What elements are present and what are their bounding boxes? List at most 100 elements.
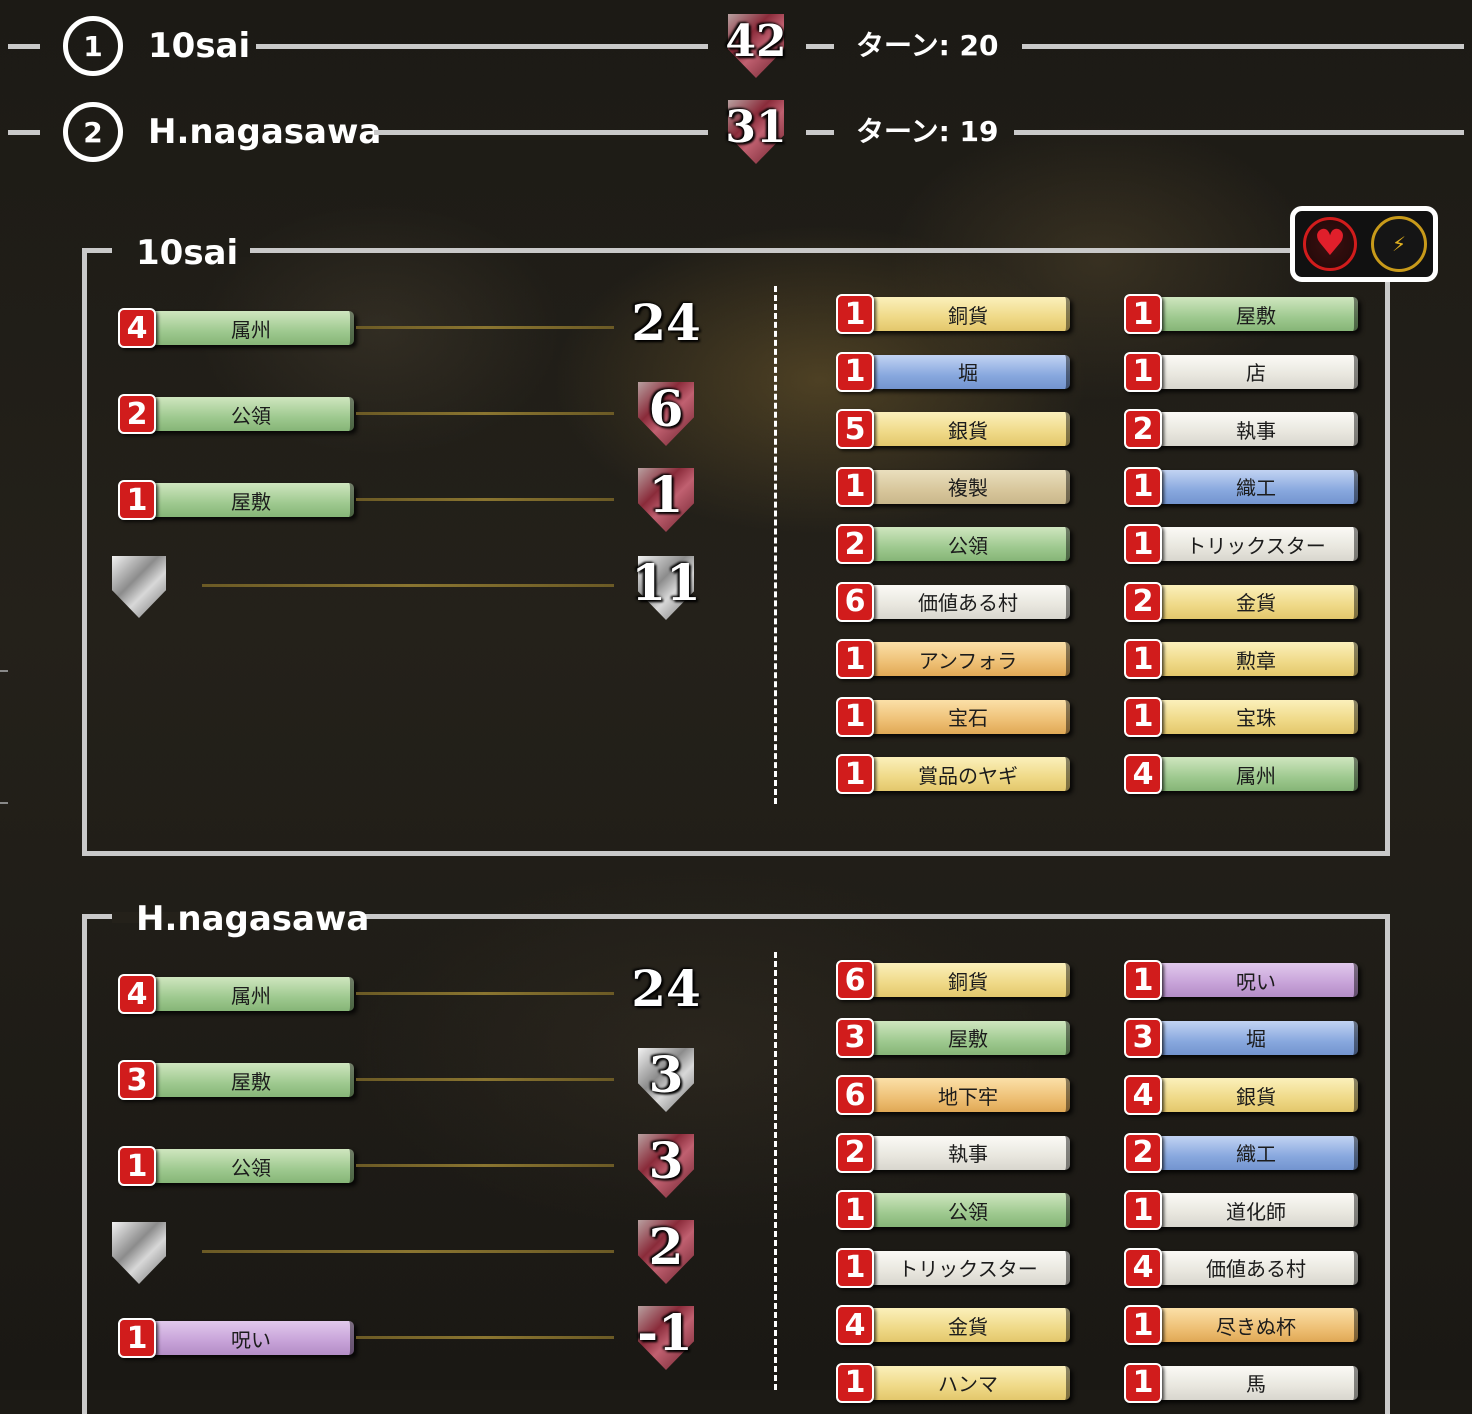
vp-card[interactable]: 2 公領 bbox=[118, 394, 354, 434]
deck-card[interactable]: 1 道化師 bbox=[1124, 1190, 1358, 1230]
connector-line bbox=[356, 412, 614, 415]
card-label: 公領 bbox=[870, 1193, 1070, 1227]
card-count: 3 bbox=[836, 1017, 874, 1058]
deck-card[interactable]: 1 尽きぬ杯 bbox=[1124, 1305, 1358, 1345]
card-count: 1 bbox=[1124, 1305, 1162, 1345]
card-label: 価値ある村 bbox=[1158, 1250, 1358, 1285]
vp-value: 11 bbox=[631, 553, 701, 612]
deck-card[interactable]: 5 銀貨 bbox=[836, 409, 1070, 449]
connector-line bbox=[202, 584, 614, 587]
deck-card[interactable]: 2 公領 bbox=[836, 524, 1070, 564]
vp-card[interactable]: 1 屋敷 bbox=[118, 480, 354, 520]
connector-line bbox=[202, 1250, 614, 1253]
card-label: ハンマ bbox=[870, 1365, 1070, 1400]
deck-card[interactable]: 1 公領 bbox=[836, 1190, 1070, 1230]
card-label: 執事 bbox=[870, 1135, 1070, 1170]
card-label: 勲章 bbox=[1158, 642, 1358, 676]
card-label: 価値ある村 bbox=[870, 584, 1070, 619]
deck-card[interactable]: 1馬 bbox=[1124, 1362, 1358, 1403]
deck-card[interactable]: 1 宝珠 bbox=[1124, 696, 1358, 737]
deck-card[interactable]: 1 アンフォラ bbox=[836, 639, 1070, 679]
deck-card[interactable]: 3 屋敷 bbox=[836, 1017, 1070, 1058]
card-count: 2 bbox=[1124, 409, 1162, 449]
card-label: 公領 bbox=[152, 1149, 354, 1183]
card-label: トリックスター bbox=[870, 1250, 1070, 1285]
deck-card[interactable]: 1 トリックスター bbox=[1124, 524, 1358, 564]
card-label: 店 bbox=[1158, 354, 1358, 389]
card-label: 銅貨 bbox=[870, 297, 1070, 331]
vp-card[interactable]: 4 属州 bbox=[118, 974, 354, 1014]
card-label: 屋敷 bbox=[152, 1063, 354, 1097]
deck-card[interactable]: 1 呪い bbox=[1124, 960, 1358, 1000]
vp-card[interactable]: 4 属州 bbox=[118, 308, 354, 348]
card-count: 5 bbox=[836, 409, 874, 449]
deck-card[interactable]: 2 執事 bbox=[1124, 409, 1358, 449]
card-count: 1 bbox=[1124, 466, 1162, 507]
deck-card[interactable]: 1堀 bbox=[836, 351, 1070, 392]
deck-card[interactable]: 2 執事 bbox=[836, 1132, 1070, 1173]
deck-card[interactable]: 3堀 bbox=[1124, 1017, 1358, 1058]
rank-badge: 2 bbox=[63, 102, 123, 162]
vp-value: 24 bbox=[631, 293, 701, 352]
deck-card[interactable]: 1 複製 bbox=[836, 466, 1070, 507]
column-divider bbox=[774, 286, 777, 804]
vp-value: 2 bbox=[648, 1217, 684, 1276]
card-label: 銅貨 bbox=[870, 963, 1070, 997]
deck-card[interactable]: 4 価値ある村 bbox=[1124, 1247, 1358, 1288]
deck-card[interactable]: 2 織工 bbox=[1124, 1132, 1358, 1173]
score-line bbox=[1014, 130, 1464, 135]
deck-card[interactable]: 1 賞品のヤギ bbox=[836, 754, 1070, 794]
deck-card[interactable]: 4 属州 bbox=[1124, 754, 1358, 794]
deck-card[interactable]: 1 勲章 bbox=[1124, 639, 1358, 679]
deck-card[interactable]: 4 銀貨 bbox=[1124, 1075, 1358, 1115]
deck-card[interactable]: 6 価値ある村 bbox=[836, 581, 1070, 622]
card-count: 1 bbox=[836, 696, 874, 737]
card-label: 金貨 bbox=[1158, 584, 1358, 619]
card-label: 属州 bbox=[152, 977, 354, 1011]
score-line bbox=[806, 130, 834, 135]
deck-card[interactable]: 1店 bbox=[1124, 351, 1358, 392]
card-count: 1 bbox=[118, 480, 156, 520]
lightning-icon[interactable]: ⚡ bbox=[1371, 216, 1427, 272]
vp-card[interactable]: 3 屋敷 bbox=[118, 1060, 354, 1100]
player-name: 10sai bbox=[148, 26, 251, 66]
card-count: 4 bbox=[118, 974, 156, 1014]
vp-card[interactable]: 1 呪い bbox=[118, 1318, 354, 1358]
heart-icon[interactable]: ♥ bbox=[1303, 217, 1357, 271]
score-line bbox=[374, 130, 708, 135]
deck-card[interactable]: 1 織工 bbox=[1124, 466, 1358, 507]
vp-value: 6 bbox=[648, 379, 684, 438]
card-count: 1 bbox=[836, 639, 874, 679]
card-label: 地下牢 bbox=[870, 1078, 1070, 1112]
card-count: 4 bbox=[836, 1305, 874, 1345]
deck-card[interactable]: 1 屋敷 bbox=[1124, 294, 1358, 334]
card-count: 1 bbox=[836, 754, 874, 794]
card-label: 織工 bbox=[1158, 1135, 1358, 1170]
panel-title: H.nagasawa bbox=[136, 899, 370, 939]
card-label: 金貨 bbox=[870, 1308, 1070, 1342]
deck-card[interactable]: 1 宝石 bbox=[836, 696, 1070, 737]
turn-count: ターン: 20 bbox=[856, 29, 999, 62]
deck-card[interactable]: 1 銅貨 bbox=[836, 294, 1070, 334]
card-label: 屋敷 bbox=[1158, 297, 1358, 331]
deck-card[interactable]: 6 銅貨 bbox=[836, 960, 1070, 1000]
deck-card[interactable]: 1 ハンマ bbox=[836, 1362, 1070, 1403]
card-label: アンフォラ bbox=[870, 642, 1070, 676]
vp-value: -1 bbox=[637, 1303, 693, 1362]
vp-card[interactable]: 1 公領 bbox=[118, 1146, 354, 1186]
card-label: 織工 bbox=[1158, 469, 1358, 504]
score-line bbox=[8, 44, 40, 49]
deck-card[interactable]: 6 地下牢 bbox=[836, 1075, 1070, 1115]
score-line bbox=[1022, 44, 1464, 49]
deck-card[interactable]: 4 金貨 bbox=[836, 1305, 1070, 1345]
card-count: 1 bbox=[1124, 1190, 1162, 1230]
card-count: 1 bbox=[118, 1146, 156, 1186]
card-count: 2 bbox=[118, 394, 156, 434]
deck-card[interactable]: 2 金貨 bbox=[1124, 581, 1358, 622]
vp-value: 3 bbox=[648, 1045, 684, 1104]
card-count: 4 bbox=[1124, 754, 1162, 794]
card-count: 6 bbox=[836, 960, 874, 1000]
card-count: 1 bbox=[1124, 960, 1162, 1000]
rank-badge: 1 bbox=[63, 16, 123, 76]
deck-card[interactable]: 1 トリックスター bbox=[836, 1247, 1070, 1288]
